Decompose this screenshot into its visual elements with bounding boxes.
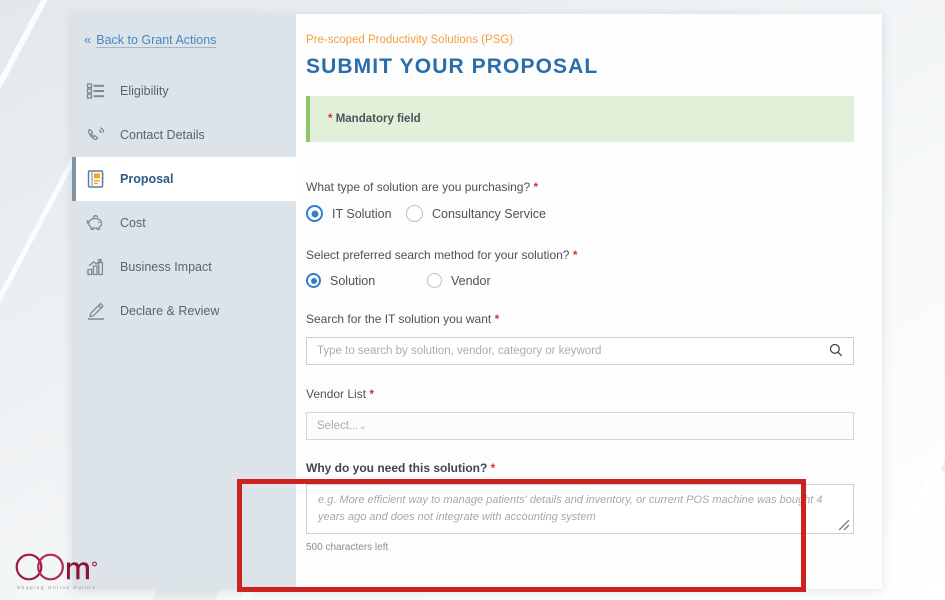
page-title: SUBMIT YOUR PROPOSAL [306,55,599,78]
double-chevron-left-icon: « [84,32,91,47]
radio-consultancy-service[interactable]: Consultancy Service [406,205,546,222]
radio-label: Vendor [451,273,491,288]
sidebar-item-label: Declare & Review [120,304,220,318]
solution-search-field: Search for the IT solution you want * Ty… [306,312,854,365]
notebook-icon [86,169,106,189]
label-text: Vendor List [306,387,367,401]
resize-grip-icon[interactable] [837,518,850,531]
radio-button-indicator[interactable] [306,273,321,288]
search-method-field: Select preferred search method for your … [306,248,854,288]
sidebar-item-label: Proposal [120,172,174,186]
required-marker: * [494,312,500,326]
mandatory-field-notice: * Mandatory field [306,96,854,142]
radio-button-indicator[interactable] [427,273,442,288]
required-marker: * [572,248,578,262]
label-text: What type of solution are you purchasing… [306,180,531,194]
main-content: Pre-scoped Productivity Solutions (PSG) … [237,14,882,592]
programme-eyebrow: Pre-scoped Productivity Solutions (PSG) [306,34,514,46]
search-method-label: Select preferred search method for your … [306,248,854,262]
solution-type-label: What type of solution are you purchasing… [306,180,854,194]
character-counter: 500 characters left [306,542,389,553]
required-marker: * [490,461,496,475]
sidebar-item-business-impact[interactable]: Business Impact [72,245,296,289]
radio-label: Consultancy Service [432,206,546,221]
label-text: Why do you need this solution? [306,461,488,475]
application-card: « Back to Grant Actions Eligibility Cont… [72,14,882,592]
oom-logo-mark [15,553,97,581]
search-input-placeholder: Type to search by solution, vendor, cate… [317,345,602,357]
search-input[interactable]: Type to search by solution, vendor, cate… [306,337,854,365]
piggy-bank-icon [86,213,106,233]
solution-type-radio-group: IT Solution Consultancy Service [306,205,854,222]
sidebar-item-declare-review[interactable]: Declare & Review [72,289,296,333]
radio-button-indicator[interactable] [306,205,323,222]
radio-button-indicator[interactable] [406,205,423,222]
back-link-label: Back to Grant Actions [96,32,217,47]
sidebar: « Back to Grant Actions Eligibility Cont… [72,14,296,589]
required-marker: * [328,113,333,125]
pen-sign-icon [86,301,106,321]
back-to-grant-actions-link[interactable]: « Back to Grant Actions [72,14,296,53]
why-need-label: Why do you need this solution? * [306,461,854,475]
sidebar-item-label: Cost [120,216,146,230]
notice-label: Mandatory field [335,113,421,125]
vendor-list-placeholder: Select... [317,420,359,432]
sidebar-item-label: Eligibility [120,84,169,98]
label-text: Select preferred search method for your … [306,248,570,262]
sidebar-item-label: Contact Details [120,128,205,142]
sidebar-item-contact-details[interactable]: Contact Details [72,113,296,157]
radio-label: IT Solution [332,206,392,221]
search-method-radio-group: Solution Vendor [306,273,854,288]
vendor-list-label: Vendor List * [306,387,854,401]
oom-logo-tagline: Shaping Online Future [17,585,97,590]
solution-type-field: What type of solution are you purchasing… [306,180,854,222]
why-need-solution-field: Why do you need this solution? * e.g. Mo… [306,461,854,553]
sidebar-item-cost[interactable]: Cost [72,201,296,245]
chevron-down-icon[interactable]: ⌄ [359,421,367,432]
bar-chart-icon [86,257,106,277]
phone-ring-icon [86,125,106,145]
sidebar-nav: Eligibility Contact Details Proposal Cos… [72,69,296,333]
required-marker: * [369,387,375,401]
vendor-list-select[interactable]: Select... ⌄ [306,412,854,440]
sidebar-item-eligibility[interactable]: Eligibility [72,69,296,113]
sidebar-item-proposal[interactable]: Proposal [72,157,296,201]
why-need-textarea[interactable]: e.g. More efficient way to manage patien… [306,484,854,534]
solution-search-label: Search for the IT solution you want * [306,312,854,326]
vendor-list-field: Vendor List * Select... ⌄ [306,387,854,440]
search-icon[interactable] [829,343,843,360]
sidebar-item-label: Business Impact [120,260,212,274]
required-marker: * [533,180,539,194]
radio-solution[interactable]: Solution [306,273,427,288]
oom-logo: Shaping Online Future [14,552,102,590]
label-text: Search for the IT solution you want [306,312,492,326]
why-need-placeholder: e.g. More efficient way to manage patien… [318,494,823,524]
radio-vendor[interactable]: Vendor [427,273,491,288]
radio-it-solution[interactable]: IT Solution [306,205,406,222]
checklist-icon [86,81,106,101]
radio-label: Solution [330,273,376,288]
